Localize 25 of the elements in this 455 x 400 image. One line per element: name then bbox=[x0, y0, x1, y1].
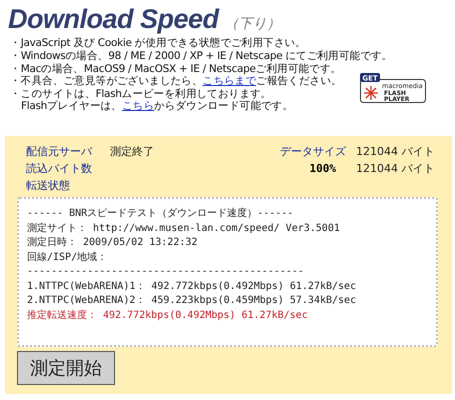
link[interactable]: こちらまで bbox=[202, 75, 256, 88]
status-label: 配信元サーバ bbox=[26, 144, 94, 159]
status-label: 転送状態 bbox=[26, 178, 71, 193]
byte-count: 121044 バイト bbox=[356, 161, 436, 176]
result-line: 測定サイト： http://www.musen-lan.com/speed/ Ver3.5001 bbox=[27, 222, 341, 236]
progress-percent: 100% bbox=[308, 161, 337, 176]
start-button[interactable]: 測定開始 bbox=[17, 351, 115, 385]
result-line: 測定日時： 2009/05/02 13:22:32 bbox=[27, 236, 198, 250]
status-label: データサイズ bbox=[279, 144, 347, 159]
status-label: 読込バイト数 bbox=[26, 161, 93, 176]
notice-text: ・Macの場合、MacOS9 / MacOSX + IE / Netscapeご利用可能です。 bbox=[10, 62, 342, 75]
result-line: ---------------------------------------------- bbox=[27, 265, 305, 279]
byte-count: 121044 バイト bbox=[356, 144, 436, 159]
link[interactable]: こちら bbox=[122, 100, 154, 112]
page-title: Download Speed bbox=[8, 4, 219, 35]
result-line: 回線/ISP/地域： bbox=[27, 250, 108, 264]
result-line: 1.NTTPC(WebARENA)1： 492.772kbps(0.492Mbps) 61.27kB/sec bbox=[27, 280, 358, 294]
result-line: 推定転送速度： 492.772kbps(0.492Mbps) 61.27kB/sec bbox=[27, 308, 309, 322]
notice-text: ・Windowsの場合、98 / ME / 2000 / XP + IE / Netscape にてご利用可能です。 bbox=[10, 50, 392, 63]
result-line: ------ BNRスピードテスト（ダウンロード速度）------ bbox=[27, 207, 294, 221]
result-line: 2.NTTPC(WebARENA)2： 459.223kbps(0.459Mbps) 57.34kB/sec bbox=[27, 294, 358, 308]
notice-text: Flashプレイヤーは、こちらからダウンロード可能です。 bbox=[20, 100, 294, 113]
status-value: 測定終了 bbox=[110, 144, 155, 159]
page-subtitle: （下り） bbox=[224, 15, 281, 33]
notice-text: ・JavaScript 及び Cookie が使用できる状態でご利用下さい。 bbox=[10, 37, 307, 50]
